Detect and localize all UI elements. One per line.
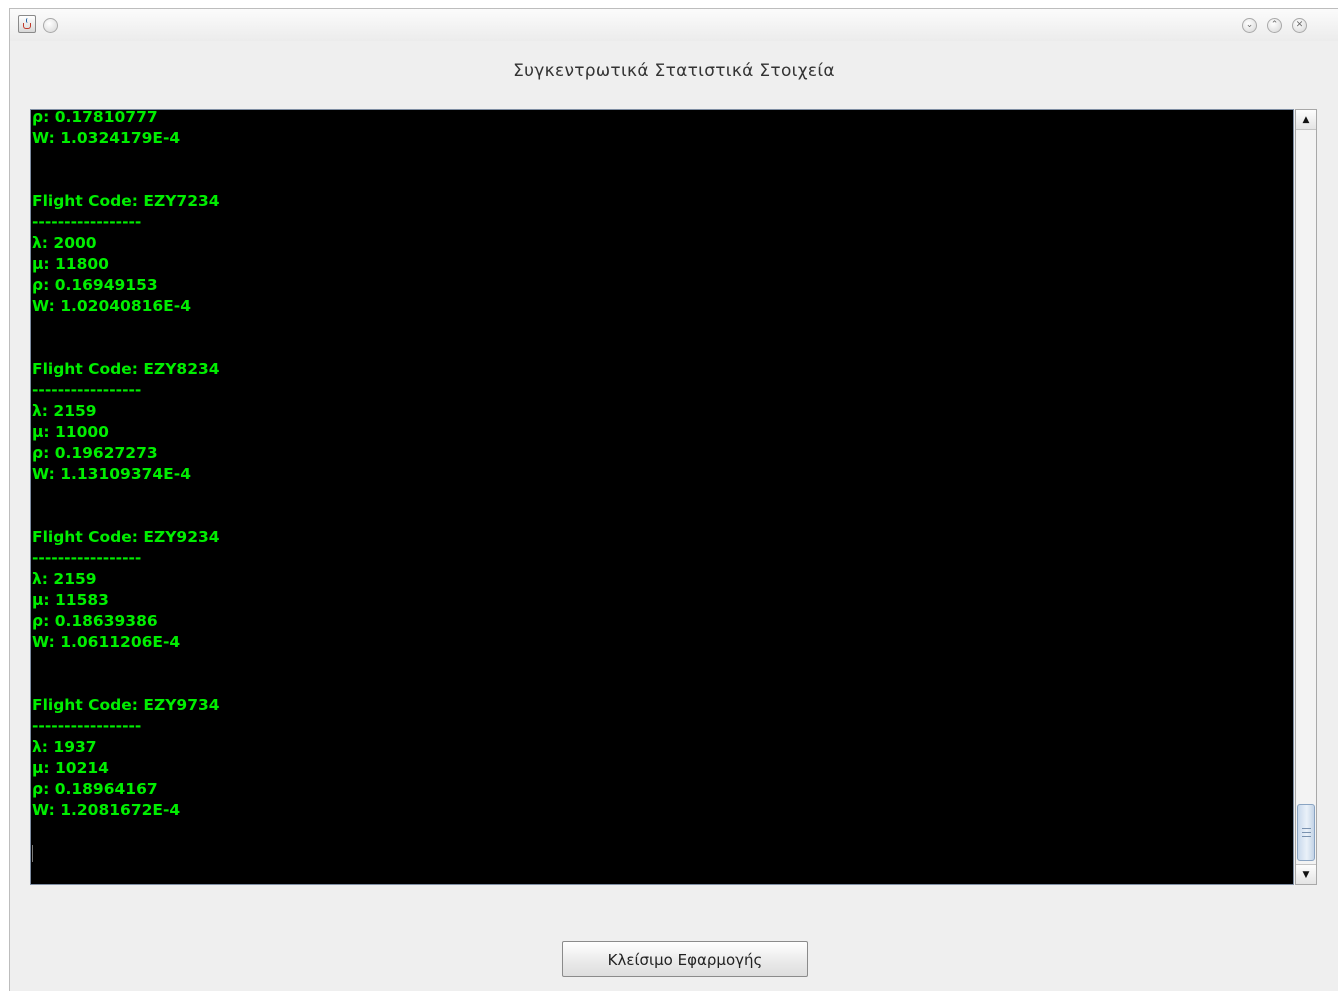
scroll-up-arrow-icon[interactable]: ▲ (1296, 110, 1316, 130)
thumb-grip-line (1302, 832, 1311, 833)
thumb-grip-line (1302, 836, 1311, 837)
dialog-title: Συγκεντρωτικά Στατιστικά Στοιχεία (513, 61, 835, 81)
scroll-thumb[interactable] (1297, 804, 1315, 861)
title-bar[interactable]: ⌄ ⌃ ✕ (10, 9, 1338, 41)
app-window: ⌄ ⌃ ✕ Συγκεντρωτικά Στατιστικά Στοιχεία … (9, 8, 1338, 991)
maximize-icon[interactable]: ⌃ (1267, 18, 1282, 33)
vertical-scrollbar[interactable]: ▲ ▼ (1295, 109, 1317, 885)
java-app-icon[interactable] (18, 15, 36, 33)
statistics-output: ρ: 0.17810777 W: 1.0324179E-4 Flight Cod… (32, 109, 220, 819)
thumb-grip-line (1302, 828, 1311, 829)
java-cup-shape (23, 23, 31, 29)
scroll-down-arrow-icon[interactable]: ▼ (1296, 864, 1316, 884)
close-application-button[interactable]: Κλείσιμο Εφαρμογής (562, 941, 808, 977)
statistics-text-area[interactable]: ρ: 0.17810777 W: 1.0324179E-4 Flight Cod… (30, 109, 1294, 885)
menu-icon[interactable] (43, 18, 58, 33)
minimize-icon[interactable]: ⌄ (1242, 18, 1257, 33)
scroll-track[interactable] (1296, 130, 1316, 864)
close-icon[interactable]: ✕ (1292, 18, 1307, 33)
text-caret (32, 845, 33, 862)
